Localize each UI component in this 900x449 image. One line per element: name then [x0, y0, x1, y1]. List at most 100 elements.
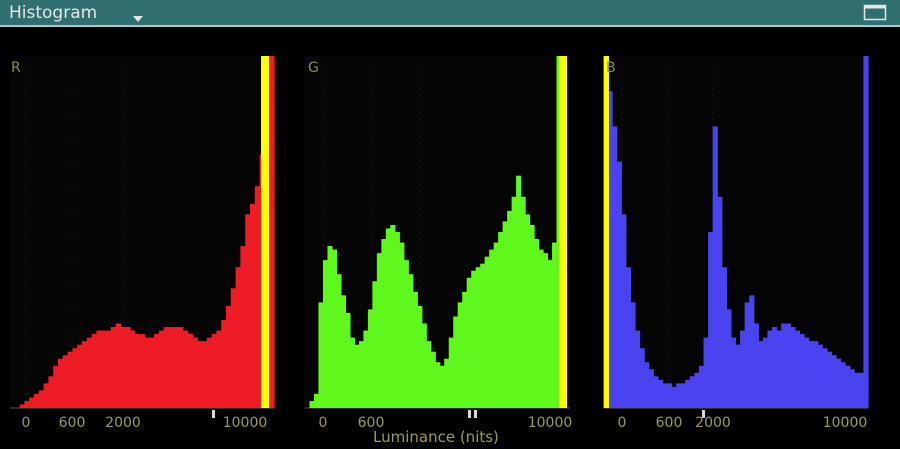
histogram-bar-b	[680, 383, 686, 408]
histogram-bar-r	[269, 56, 275, 408]
histogram-bar-r	[240, 246, 246, 408]
histogram-bar-r	[43, 383, 49, 408]
histogram-titlebar: Histogram	[0, 0, 900, 27]
channel-label-r: R	[11, 60, 21, 76]
histogram-bar-g	[327, 246, 333, 408]
histogram-bar-b	[808, 341, 814, 408]
histogram-bar-r	[110, 327, 117, 408]
histogram-bar-g	[340, 295, 347, 408]
histogram-bar-b	[826, 351, 833, 408]
histogram-bar-r	[197, 341, 203, 408]
histogram-bar-r	[182, 330, 189, 408]
histogram-bar-r	[125, 327, 131, 408]
histogram-bar-b	[625, 267, 632, 408]
maximize-window-icon[interactable]	[863, 4, 887, 21]
caret-down-icon[interactable]	[131, 9, 145, 22]
histogram-bar-b	[749, 295, 755, 408]
histogram-bar-g	[507, 210, 513, 408]
histogram-bar-r	[115, 323, 121, 408]
axis-marker-r	[212, 410, 215, 418]
axis-marker-g	[474, 410, 477, 418]
axis-marker-g	[468, 410, 471, 418]
histogram-bar-b	[767, 330, 773, 408]
histogram-bar-b	[730, 337, 737, 408]
histogram-bar-g	[354, 344, 360, 408]
tick-label-r: 0	[22, 415, 31, 431]
histogram-bar-r	[211, 334, 217, 408]
histogram-bar-r	[34, 393, 40, 408]
histogram-bar-r	[163, 327, 169, 408]
histogram-bar-g	[466, 277, 472, 408]
histogram-bar-r	[154, 334, 160, 408]
histogram-bar-g	[498, 232, 504, 408]
histogram-bar-b	[813, 341, 819, 408]
histogram-bar-g	[475, 267, 481, 408]
channel-label-b: B	[606, 60, 616, 76]
histogram-bar-b	[648, 369, 654, 408]
histogram-bar-r	[130, 330, 136, 408]
histogram-bar-b	[676, 383, 682, 408]
histogram-bar-r	[91, 334, 97, 408]
histogram-bar-r	[120, 327, 126, 408]
histogram-bar-g	[358, 341, 364, 408]
histogram-bar-g	[520, 196, 526, 408]
histogram-bar-b	[735, 344, 741, 408]
histogram-bar-g	[538, 249, 544, 408]
histogram-bar-g	[385, 228, 391, 408]
histogram-bar-g	[426, 341, 432, 408]
histogram-bar-g	[534, 239, 540, 408]
x-axis-title: Luminance (nits)	[373, 428, 499, 446]
histogram-bar-r	[58, 358, 64, 408]
histogram-bar-r	[221, 320, 227, 408]
histogram-bar-b	[858, 372, 865, 408]
histogram-bar-b	[708, 232, 714, 408]
histogram-bar-b	[662, 383, 668, 408]
histogram-bar-g	[525, 214, 531, 408]
histogram-bar-b	[790, 327, 796, 408]
histogram-bar-g	[552, 242, 558, 408]
histogram-bar-b	[836, 358, 842, 408]
histogram-bar-g	[381, 239, 387, 408]
histogram-bar-g	[435, 362, 441, 408]
histogram-bar-b	[671, 386, 677, 408]
histogram-bar-g	[493, 242, 499, 408]
histogram-bar-r	[38, 390, 45, 408]
histogram-bar-g	[529, 224, 535, 408]
histogram-bar-r	[187, 334, 193, 408]
histogram-bar-g	[462, 291, 468, 408]
histogram-bar-r	[101, 330, 107, 408]
histogram-bar-b	[694, 372, 700, 408]
histogram-bar-g	[471, 270, 477, 408]
histogram-bar-b	[644, 362, 650, 408]
histogram-bar-g	[372, 281, 378, 408]
histogram-bar-g	[318, 302, 324, 408]
histogram-bar-r	[178, 327, 184, 408]
histogram-bar-r	[254, 186, 261, 408]
histogram-bar-g	[331, 249, 338, 408]
clip-marker-g	[559, 56, 567, 408]
histogram-bar-r	[62, 355, 69, 408]
histogram-bar-b	[744, 302, 750, 408]
tick-label-g: 10000	[528, 415, 573, 431]
histogram-bar-r	[149, 337, 155, 408]
histogram-bar-r	[235, 267, 241, 408]
histogram-bar-r	[134, 334, 141, 408]
histogram-bar-g	[480, 263, 486, 408]
histogram-bar-g	[421, 323, 427, 408]
histogram-bar-g	[363, 330, 369, 408]
histogram-bar-b	[703, 337, 709, 408]
tick-label-b: 600	[656, 415, 683, 431]
histogram-bar-b	[781, 323, 787, 408]
histogram-bar-g	[394, 232, 400, 408]
histogram-bar-g	[336, 274, 342, 408]
histogram-bar-b	[612, 126, 618, 409]
histogram-bar-g	[309, 400, 315, 408]
histogram-bar-b	[772, 327, 778, 408]
histogram-bar-b	[849, 369, 855, 408]
histogram-bar-b	[657, 379, 663, 408]
histogram-bar-b	[785, 323, 791, 408]
histogram-svg: R0 600 2000 10000G0 600 10000B0 600 2000 10000	[10, 56, 869, 431]
histogram-bar-g	[399, 242, 405, 408]
histogram-bar-b	[854, 372, 860, 408]
histogram-bar-r	[168, 327, 174, 408]
